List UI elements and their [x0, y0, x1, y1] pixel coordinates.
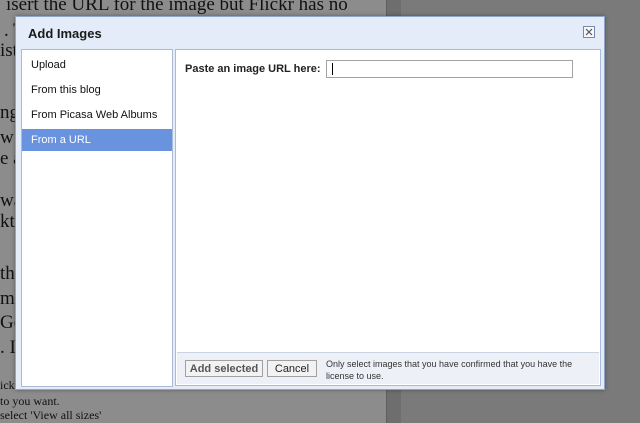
- url-panel: Paste an image URL here: Add selected Ca…: [175, 49, 601, 386]
- dialog-footer: Add selected Cancel Only select images t…: [177, 352, 599, 384]
- close-icon[interactable]: [583, 26, 595, 38]
- dialog-titlebar: Add Images: [16, 17, 604, 50]
- sidebar-item-from-a-url[interactable]: From a URL: [22, 129, 172, 151]
- text-cursor: [332, 63, 333, 75]
- background-text-line: kt: [0, 211, 15, 232]
- add-images-dialog: Add Images Upload From this blog From Pi…: [15, 16, 605, 390]
- url-field-label: Paste an image URL here:: [185, 63, 321, 75]
- background-text-line: isert the URL for the image but Flickr h…: [6, 0, 348, 15]
- license-note: Only select images that you have confirm…: [326, 359, 573, 381]
- cancel-button[interactable]: Cancel: [267, 360, 317, 377]
- sidebar-item-upload[interactable]: Upload: [22, 54, 172, 76]
- background-text-line: th: [0, 263, 15, 284]
- dialog-title: Add Images: [28, 26, 102, 41]
- add-selected-button[interactable]: Add selected: [185, 360, 263, 377]
- image-url-input[interactable]: [326, 60, 573, 78]
- background-text-line: to you want.: [0, 394, 60, 408]
- background-text-line: w: [0, 127, 14, 148]
- sidebar-item-from-this-blog[interactable]: From this blog: [22, 79, 172, 101]
- source-sidebar: Upload From this blog From Picasa Web Al…: [21, 49, 173, 387]
- sidebar-item-from-picasa-web-albums[interactable]: From Picasa Web Albums: [22, 104, 172, 126]
- background-text-line: select 'View all sizes': [0, 408, 102, 422]
- background-text-line: m: [0, 288, 15, 309]
